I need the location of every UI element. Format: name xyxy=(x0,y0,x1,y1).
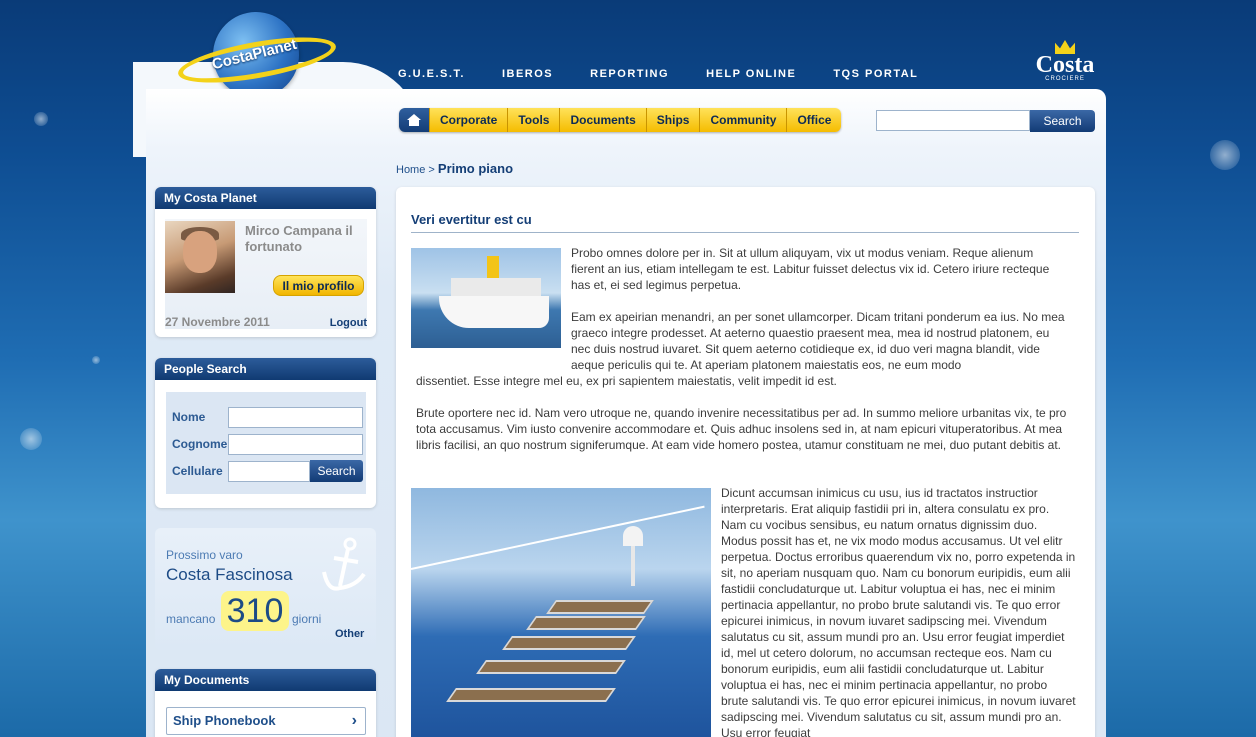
my-documents-title: My Documents xyxy=(155,669,376,691)
top-nav-iberos[interactable]: IBEROS xyxy=(502,68,553,80)
menu-item-office[interactable]: Office xyxy=(786,108,842,132)
breadcrumb-home[interactable]: Home xyxy=(396,164,425,176)
people-search-box: People Search Nome Cognome Cellulare Sea… xyxy=(155,358,376,508)
cruise-ship-image xyxy=(411,248,561,348)
top-nav-tqs-portal[interactable]: TQS PORTAL xyxy=(833,68,918,80)
article-paragraph-4: Dicunt accumsan inimicus cu usu, ius id … xyxy=(721,486,1076,737)
costa-logo-word: Costa xyxy=(1035,52,1095,78)
top-nav-reporting[interactable]: REPORTING xyxy=(590,68,669,80)
home-icon xyxy=(407,114,421,126)
my-documents-box: My Documents Ship Phonebook › xyxy=(155,669,376,737)
menu-item-community[interactable]: Community xyxy=(699,108,787,132)
avatar xyxy=(165,221,235,293)
breadcrumb: Home > Primo piano xyxy=(396,161,513,176)
breadcrumb-current: Primo piano xyxy=(437,161,514,176)
sun-deck-image xyxy=(411,488,711,737)
article-paragraph-1: Probo omnes dolore per in. Sit at ullum … xyxy=(571,246,1050,292)
top-nav-help-online[interactable]: HELP ONLINE xyxy=(706,68,796,80)
radar-dome xyxy=(623,526,643,546)
profile-date: 27 Novembre 2011 xyxy=(165,315,270,329)
avatar-face xyxy=(183,231,217,273)
ship-funnel xyxy=(487,256,499,280)
deck-chair xyxy=(502,636,636,650)
people-search-form: Nome Cognome Cellulare Search xyxy=(166,392,366,494)
water-bubble xyxy=(20,428,42,450)
site-search-button[interactable]: Search xyxy=(1030,110,1095,132)
cognome-input[interactable] xyxy=(228,433,363,455)
cognome-row: Cognome xyxy=(166,433,363,455)
next-launch-label: Prossimo varo xyxy=(166,548,243,562)
people-search-title: People Search xyxy=(155,358,376,380)
ship-phonebook-link[interactable]: Ship Phonebook › xyxy=(166,707,366,735)
nome-input[interactable] xyxy=(228,406,363,428)
ship-phonebook-label: Ship Phonebook xyxy=(173,713,276,728)
my-costa-planet-title: My Costa Planet xyxy=(155,187,376,209)
other-link[interactable]: Other xyxy=(335,628,364,640)
menu-item-documents[interactable]: Documents xyxy=(559,108,646,132)
ship-decks xyxy=(451,278,541,298)
deck-chair xyxy=(446,688,616,702)
profile-inner: Mirco Campana il fortunato Il mio profil… xyxy=(165,219,367,329)
next-launch-ship: Costa Fascinosa xyxy=(166,565,293,584)
people-search-button[interactable]: Search xyxy=(310,460,363,482)
site-search-input[interactable] xyxy=(876,110,1030,131)
article-paragraph-2-end: dissentiet. Esse integre mel eu, ex pri … xyxy=(416,374,837,388)
days-counter: 310 xyxy=(221,591,289,631)
cellulare-input[interactable] xyxy=(228,460,310,482)
anchor-icon xyxy=(322,537,366,591)
profile-name: Mirco Campana il fortunato xyxy=(245,223,353,254)
water-bubble xyxy=(34,112,48,126)
days-prefix: mancano xyxy=(166,612,216,626)
top-nav-guest[interactable]: G.U.E.S.T. xyxy=(398,68,465,80)
article-divider xyxy=(411,232,1079,233)
cellulare-row: Cellulare Search xyxy=(166,460,363,482)
nome-label: Nome xyxy=(172,410,206,424)
my-costa-planet-box: My Costa Planet Mirco Campana il fortuna… xyxy=(155,187,376,337)
next-launch-box: Prossimo varo Costa Fascinosa mancano 31… xyxy=(155,528,376,650)
main-menu: Corporate Tools Documents Ships Communit… xyxy=(399,108,842,132)
cognome-label: Cognome xyxy=(172,437,228,451)
top-nav: G.U.E.S.T. IBEROS REPORTING HELP ONLINE … xyxy=(398,68,918,80)
deck-rail xyxy=(411,505,705,570)
chevron-right-icon: › xyxy=(351,712,357,729)
breadcrumb-separator: > xyxy=(428,164,435,176)
days-suffix: giorni xyxy=(292,612,322,626)
article-title: Veri evertitur est cu xyxy=(411,212,532,227)
menu-item-tools[interactable]: Tools xyxy=(507,108,560,132)
article-paragraph-3: Brute oportere nec id. Nam vero utroque … xyxy=(416,406,1067,452)
cellulare-label: Cellulare xyxy=(172,464,223,478)
ship-hull xyxy=(439,296,549,328)
home-button[interactable] xyxy=(399,108,429,132)
article-paragraph-2: Eam ex apeirian menandri, an per sonet u… xyxy=(571,310,1065,372)
menu-item-ships[interactable]: Ships xyxy=(645,108,700,132)
my-profile-button[interactable]: Il mio profilo xyxy=(273,275,364,296)
deck-chair xyxy=(546,600,654,614)
article: Veri evertitur est cu Probo omnes dolore… xyxy=(396,187,1095,737)
deck-chair xyxy=(476,660,626,674)
nome-row: Nome xyxy=(166,406,363,428)
deck-chair xyxy=(526,616,646,630)
costa-crociere-logo[interactable]: Costa CROCIERE xyxy=(1030,40,1100,82)
radar-mast xyxy=(631,546,635,586)
logout-link[interactable]: Logout xyxy=(330,317,367,329)
water-bubble xyxy=(92,356,100,364)
crown-icon xyxy=(1055,40,1075,54)
water-bubble xyxy=(1210,140,1240,170)
menu-item-corporate[interactable]: Corporate xyxy=(429,108,508,132)
